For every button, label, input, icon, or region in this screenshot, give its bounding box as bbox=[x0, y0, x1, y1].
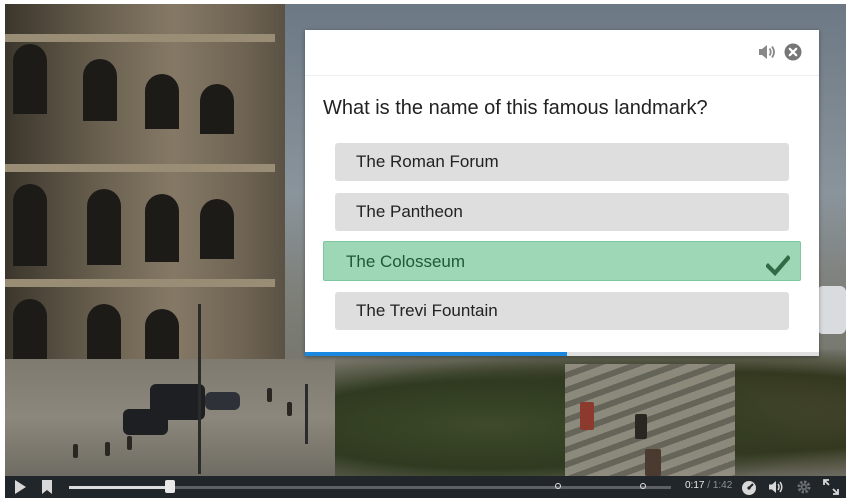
answer-option-colosseum[interactable]: The Colosseum bbox=[323, 241, 801, 281]
pedestrian bbox=[105, 442, 110, 456]
answer-label: The Roman Forum bbox=[356, 152, 499, 171]
quiz-header bbox=[305, 30, 819, 76]
pedestrian bbox=[635, 414, 647, 439]
answer-option-roman-forum[interactable]: The Roman Forum bbox=[335, 143, 789, 181]
street-lamp bbox=[198, 304, 201, 474]
seek-bar-played bbox=[69, 486, 170, 489]
quiz-question: What is the name of this famous landmark… bbox=[323, 97, 708, 119]
quiz-progress-fill bbox=[305, 352, 568, 356]
duration: 1:42 bbox=[712, 480, 733, 491]
play-icon[interactable] bbox=[13, 479, 27, 495]
pedestrian bbox=[580, 402, 594, 430]
seek-handle[interactable] bbox=[164, 480, 175, 493]
volume-icon[interactable] bbox=[768, 479, 784, 495]
checkmark-icon bbox=[765, 251, 791, 277]
interaction-marker[interactable] bbox=[640, 483, 646, 489]
answer-option-trevi-fountain[interactable]: The Trevi Fountain bbox=[335, 292, 789, 330]
pedestrian bbox=[287, 402, 292, 416]
car bbox=[205, 392, 240, 410]
speed-dial-icon[interactable] bbox=[741, 479, 757, 495]
quiz-card: What is the name of this famous landmark… bbox=[305, 30, 819, 356]
answer-label: The Colosseum bbox=[346, 252, 466, 271]
bookmark-icon[interactable] bbox=[41, 479, 53, 495]
time-display: 0:17 / 1:42 bbox=[685, 480, 732, 491]
pedestrian bbox=[127, 436, 132, 450]
answer-label: The Pantheon bbox=[356, 202, 463, 221]
pedestrian bbox=[645, 449, 661, 476]
fullscreen-icon[interactable] bbox=[823, 479, 839, 495]
answer-option-pantheon[interactable]: The Pantheon bbox=[335, 193, 789, 231]
quiz-progress-bar bbox=[305, 352, 819, 356]
time-separator: / bbox=[707, 480, 711, 491]
settings-icon[interactable] bbox=[796, 479, 812, 495]
car bbox=[123, 409, 168, 435]
close-circle-icon[interactable] bbox=[783, 42, 803, 62]
pedestrian bbox=[267, 388, 272, 402]
answer-label: The Trevi Fountain bbox=[356, 301, 498, 320]
interaction-marker[interactable] bbox=[555, 483, 561, 489]
car bbox=[817, 286, 846, 334]
seek-bar[interactable] bbox=[69, 480, 671, 493]
player-controls: 0:17 / 1:42 bbox=[5, 476, 846, 498]
video-player: What is the name of this famous landmark… bbox=[5, 4, 846, 498]
traffic-light bbox=[305, 384, 308, 444]
current-time: 0:17 bbox=[685, 480, 705, 491]
speaker-icon[interactable] bbox=[757, 42, 777, 62]
pedestrian bbox=[73, 444, 78, 458]
